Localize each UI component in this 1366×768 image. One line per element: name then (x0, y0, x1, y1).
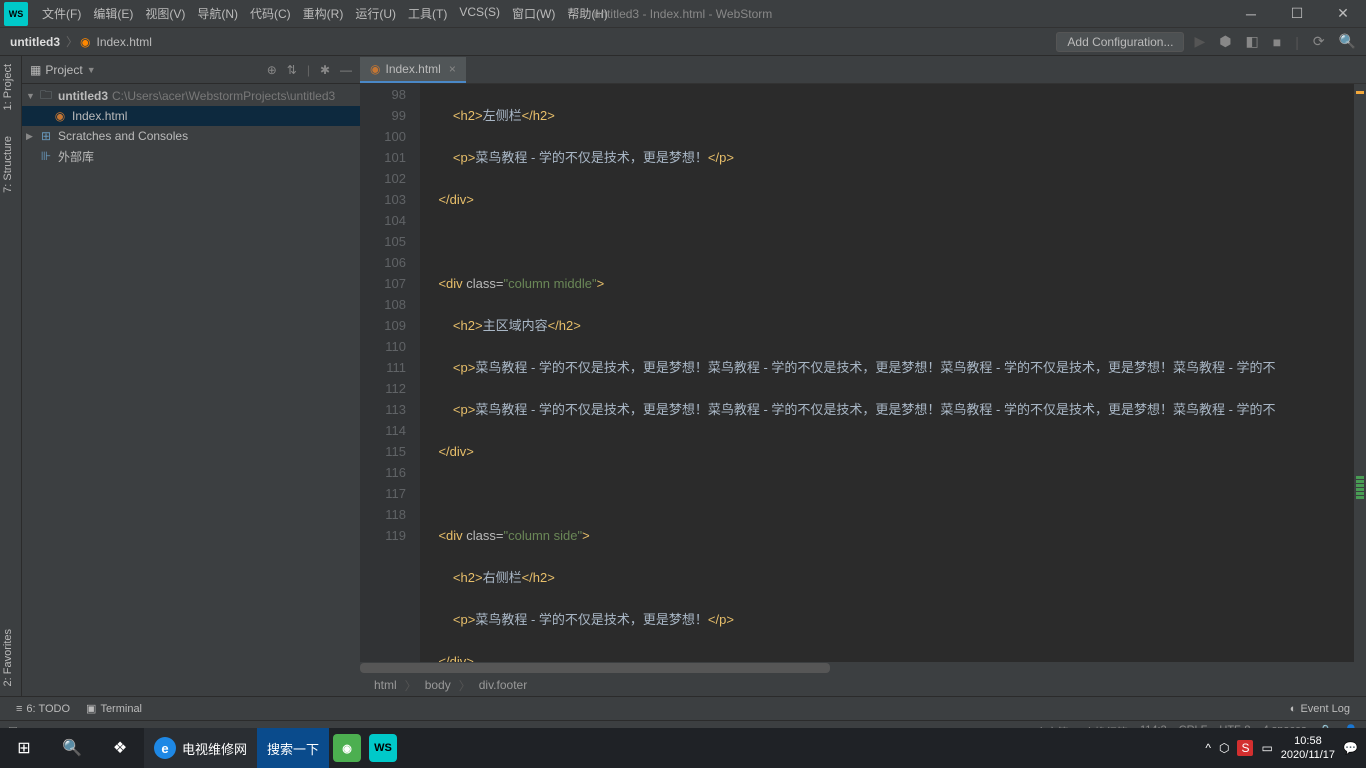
expand-arrow-icon[interactable]: ▶ (26, 131, 38, 142)
html-file-icon: ◉ (370, 62, 380, 76)
menu-vcs[interactable]: VCS(S) (453, 1, 506, 26)
tree-scratches[interactable]: ▶ ⊞ Scratches and Consoles (22, 126, 360, 146)
structure-tool-tab[interactable]: 7: Structure (0, 128, 16, 201)
menu-edit[interactable]: 编辑(E) (87, 1, 139, 26)
stop-icon[interactable]: ■ (1269, 34, 1285, 50)
close-tab-icon[interactable]: × (449, 62, 456, 76)
line-number-gutter: 9899100101102103104105106107108109110111… (360, 84, 420, 662)
menu-tools[interactable]: 工具(T) (402, 1, 453, 26)
terminal-icon: ▣ (86, 702, 96, 715)
main-menu: 文件(F) 编辑(E) 视图(V) 导航(N) 代码(C) 重构(R) 运行(U… (36, 1, 614, 26)
close-button[interactable]: ✕ (1320, 0, 1366, 28)
notifications-icon[interactable]: 💬 (1343, 741, 1358, 755)
taskbar-app-webstorm[interactable]: WS (369, 734, 397, 762)
menu-refactor[interactable]: 重构(R) (297, 1, 350, 26)
menu-navigate[interactable]: 导航(N) (191, 1, 244, 26)
windows-search-button[interactable]: 🔍 (48, 728, 96, 768)
html-file-icon: ◉ (52, 109, 68, 123)
settings-icon[interactable]: ✱ (320, 63, 330, 77)
taskbar-clock[interactable]: 10:582020/11/17 (1281, 734, 1335, 762)
speech-bubble-icon: ◐ (1290, 703, 1297, 715)
collapse-all-icon[interactable]: | (307, 63, 310, 77)
scratches-icon: ⊞ (38, 129, 54, 143)
terminal-tool-tab[interactable]: ▣Terminal (78, 702, 150, 715)
editor-tab-index[interactable]: ◉ Index.html × (360, 57, 466, 83)
maximize-button[interactable]: ☐ (1274, 0, 1320, 28)
tray-ime-icon[interactable]: S (1237, 740, 1253, 756)
html-file-icon: ◉ (80, 35, 90, 49)
add-configuration-button[interactable]: Add Configuration... (1056, 32, 1184, 52)
taskbar-app-360[interactable]: ◉ (333, 734, 361, 762)
app-logo: WS (4, 2, 28, 26)
menu-code[interactable]: 代码(C) (244, 1, 297, 26)
breadcrumb-project[interactable]: untitled3 (6, 35, 64, 49)
dropdown-icon: ▼ (87, 65, 96, 75)
expand-all-icon[interactable]: ⇅ (287, 63, 297, 77)
run-icon[interactable]: ▶ (1190, 33, 1209, 50)
horizontal-scrollbar[interactable] (360, 662, 1366, 674)
todo-tool-tab[interactable]: ≡6: TODO (8, 703, 78, 715)
hide-icon[interactable]: — (340, 63, 352, 77)
project-tool-tab[interactable]: 1: Project (0, 56, 16, 118)
project-icon: ▦ (30, 63, 41, 77)
tray-expand-icon[interactable]: ^ (1205, 741, 1211, 755)
search-everywhere-icon[interactable]: 🔍 (1335, 33, 1360, 50)
library-icon: ⊪ (38, 149, 54, 163)
menu-run[interactable]: 运行(U) (349, 1, 402, 26)
tree-file-index[interactable]: ◉ Index.html (22, 106, 360, 126)
task-view-button[interactable]: ❖ (96, 728, 144, 768)
menu-file[interactable]: 文件(F) (36, 1, 87, 26)
editor-breadcrumbs[interactable]: html〉body〉div.footer (360, 674, 1366, 696)
window-title: untitled3 - Index.html - WebStorm (594, 7, 773, 21)
event-log-button[interactable]: ◐Event Log (1282, 703, 1358, 715)
taskbar-search-button[interactable]: 搜索一下 (257, 728, 329, 768)
coverage-icon[interactable]: ◧ (1241, 33, 1262, 50)
debug-icon[interactable]: ⬢ (1215, 33, 1235, 50)
tray-nvidia-icon[interactable]: ⬡ (1219, 741, 1229, 755)
ie-icon: e (154, 737, 176, 759)
folder-icon: 🗀 (38, 86, 54, 106)
taskbar-app-browser[interactable]: e 电视维修网 (144, 728, 257, 768)
favorites-tool-tab[interactable]: 2: Favorites (0, 621, 16, 694)
windows-start-button[interactable]: ⊞ (0, 728, 48, 768)
project-panel-title[interactable]: ▦ Project ▼ (30, 63, 96, 77)
expand-arrow-icon[interactable]: ▼ (26, 91, 38, 101)
error-stripe[interactable] (1354, 84, 1366, 662)
breadcrumb-file[interactable]: Index.html (93, 35, 156, 49)
select-opened-file-icon[interactable]: ⊕ (267, 63, 277, 77)
tree-external-libs[interactable]: ⊪ 外部库 (22, 146, 360, 166)
menu-window[interactable]: 窗口(W) (506, 1, 561, 26)
menu-view[interactable]: 视图(V) (139, 1, 191, 26)
tray-battery-icon[interactable]: ▭ (1261, 741, 1272, 755)
chevron-right-icon: 〉 (64, 33, 80, 50)
scrollbar-thumb[interactable] (360, 663, 830, 673)
list-icon: ≡ (16, 703, 22, 715)
tree-project-root[interactable]: ▼ 🗀 untitled3 C:\Users\acer\WebstormProj… (22, 86, 360, 106)
minimize-button[interactable]: ─ (1228, 0, 1274, 28)
git-update-icon[interactable]: ⟳ (1309, 33, 1329, 50)
code-editor[interactable]: <h2>左侧栏</h2> <p>菜鸟教程 - 学的不仅是技术，更是梦想！</p>… (420, 84, 1354, 662)
